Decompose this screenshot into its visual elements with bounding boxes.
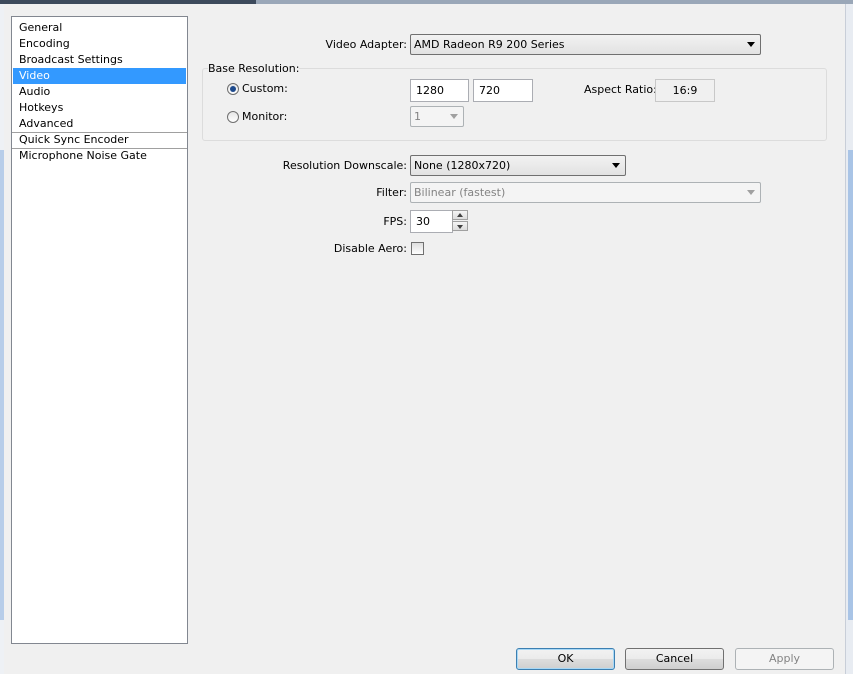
sidebar-item-microphone-noise-gate[interactable]: Microphone Noise Gate (13, 148, 186, 164)
spin-down-icon (457, 225, 463, 229)
monitor-value: 1 (414, 110, 421, 123)
custom-height-input[interactable]: 720 (473, 79, 533, 102)
base-resolution-title: Base Resolution: (208, 62, 300, 76)
apply-button[interactable]: Apply (735, 648, 834, 670)
window-left-frame-accent (0, 150, 4, 620)
sidebar-item-quick-sync-encoder[interactable]: Quick Sync Encoder (13, 132, 186, 148)
filter-select[interactable]: Bilinear (fastest) (410, 182, 761, 203)
radio-selected-icon (230, 86, 236, 92)
dropdown-arrow-icon (747, 190, 755, 195)
window-top-border-dark (0, 0, 256, 4)
custom-label[interactable]: Custom: (242, 82, 288, 96)
cancel-button[interactable]: Cancel (625, 648, 724, 670)
disable-aero-label: Disable Aero: (333, 242, 407, 255)
custom-width-input[interactable]: 1280 (410, 79, 469, 102)
resolution-downscale-value: None (1280x720) (414, 159, 511, 172)
sidebar-item-hotkeys[interactable]: Hotkeys (13, 100, 186, 116)
video-adapter-select[interactable]: AMD Radeon R9 200 Series (410, 34, 761, 55)
monitor-radio[interactable] (227, 111, 239, 123)
dropdown-arrow-icon (450, 114, 458, 119)
monitor-select[interactable]: 1 (410, 106, 464, 127)
dropdown-arrow-icon (747, 42, 755, 47)
settings-category-list[interactable]: General Encoding Broadcast Settings Vide… (11, 16, 188, 644)
sidebar-item-encoding[interactable]: Encoding (13, 36, 186, 52)
video-adapter-value: AMD Radeon R9 200 Series (414, 38, 565, 51)
fps-input[interactable]: 30 (410, 210, 453, 233)
ok-button[interactable]: OK (516, 648, 615, 670)
sidebar-item-video[interactable]: Video (13, 68, 186, 84)
sidebar-item-audio[interactable]: Audio (13, 84, 186, 100)
video-adapter-label: Video Adapter: (325, 38, 407, 51)
spin-up-icon (457, 213, 463, 217)
spin-down-button[interactable] (452, 221, 468, 231)
dropdown-arrow-icon (612, 163, 620, 168)
sidebar-item-advanced[interactable]: Advanced (13, 116, 186, 132)
resolution-downscale-select[interactable]: None (1280x720) (410, 155, 626, 176)
spin-up-button[interactable] (452, 210, 468, 220)
aspect-ratio-value: 16:9 (655, 79, 715, 102)
aspect-ratio-label: Aspect Ratio: (584, 83, 657, 96)
monitor-label[interactable]: Monitor: (242, 110, 287, 124)
resolution-downscale-label: Resolution Downscale: (282, 159, 407, 172)
sidebar-item-general[interactable]: General (13, 20, 186, 36)
fps-spinner[interactable] (452, 210, 469, 232)
window-right-frame-accent (848, 150, 853, 620)
custom-radio[interactable] (227, 83, 239, 95)
disable-aero-checkbox[interactable] (411, 242, 424, 255)
fps-label: FPS: (383, 215, 407, 228)
filter-label: Filter: (376, 186, 407, 199)
filter-value: Bilinear (fastest) (414, 186, 506, 199)
sidebar-item-broadcast-settings[interactable]: Broadcast Settings (13, 52, 186, 68)
